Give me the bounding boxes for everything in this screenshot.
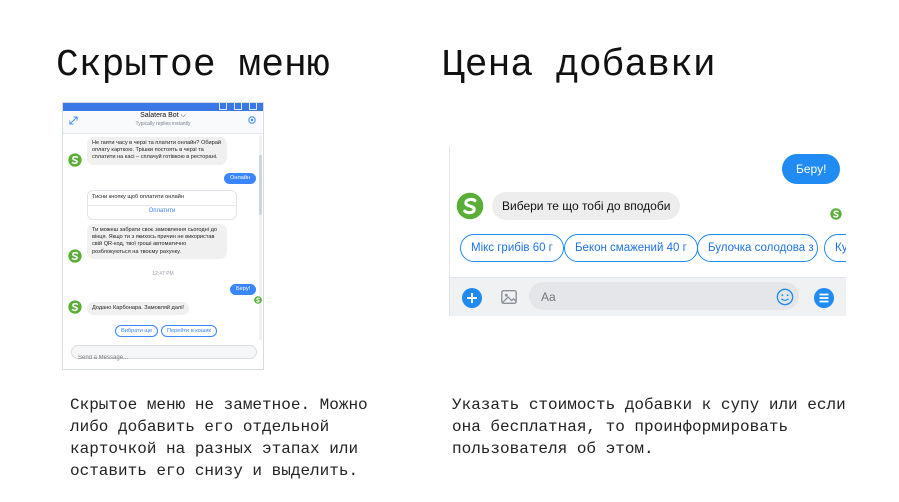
user-message: Беру! [782, 154, 841, 184]
quick-reply-choose-more[interactable]: Вибрати ще [115, 325, 159, 337]
quick-replies: Мікс грибів 60 г Бекон смажений 40 г Бул… [460, 234, 846, 264]
plus-icon[interactable] [462, 288, 482, 308]
maximize-icon[interactable] [234, 103, 242, 110]
bot-avatar-icon [68, 153, 82, 167]
chat-header: Salatera Bot ⌵ Typically replies instant… [63, 111, 263, 134]
composer-bar [450, 277, 846, 316]
quick-reply-fried-bacon[interactable]: Бекон смажений 40 г [564, 234, 698, 262]
addon-price-screenshot: Беру! Вибери те що тобі до вподоби Мікс … [449, 146, 846, 316]
scrollbar[interactable] [259, 135, 262, 340]
left-heading: Скрытое меню [56, 44, 330, 87]
bot-name: Salatera Bot ⌵ [140, 112, 186, 119]
read-receipt-icon [254, 296, 262, 304]
bot-message: Не гаяти часу в черзі та платити онлайн?… [87, 137, 227, 165]
bot-avatar-icon [456, 192, 484, 220]
emoji-icon[interactable] [776, 288, 794, 306]
bot-status: Typically replies instantly [135, 121, 191, 127]
bot-message: Ти можеш забрати своє замовлення сьогодн… [87, 224, 227, 259]
quick-reply-truncated[interactable]: Ку [824, 234, 846, 262]
payment-card: Тисни кнопку щоб оплатити онлайн Оплатит… [87, 190, 237, 220]
bot-message: Додано Карбонара. Замовляй далі! [87, 302, 189, 316]
message-composer[interactable] [529, 282, 799, 312]
close-icon[interactable] [249, 103, 257, 110]
image-icon[interactable] [500, 288, 518, 306]
minimize-icon[interactable] [219, 103, 227, 110]
quick-reply-mushroom-mix[interactable]: Мікс грибів 60 г [460, 234, 564, 262]
user-message: Беру! [230, 284, 257, 295]
bot-avatar-icon [68, 300, 82, 314]
message-input[interactable] [529, 282, 763, 312]
card-title: Тисни кнопку щоб оплатити онлайн [92, 194, 184, 200]
bot-message: Вибери те що тобі до вподоби [492, 192, 681, 220]
window-titlebar [63, 103, 263, 111]
bot-avatar-icon [68, 249, 82, 263]
menu-icon[interactable] [814, 288, 834, 308]
pay-button[interactable]: Оплатити [88, 208, 236, 214]
quick-reply-go-to-cart[interactable]: Перейти в кошик [161, 325, 217, 337]
left-caption: Скрытое меню не заметное. Можно либо доб… [70, 396, 368, 480]
right-caption: Указать стоимость добавки к супу или есл… [452, 396, 846, 458]
message-composer[interactable] [71, 345, 263, 364]
user-message: Онлайн [224, 173, 257, 184]
right-heading: Цена добавки [442, 44, 716, 87]
message-input[interactable] [72, 352, 263, 364]
hidden-menu-screenshot: Salatera Bot ⌵ Typically replies instant… [62, 102, 264, 370]
gear-icon[interactable] [247, 115, 257, 125]
quick-reply-malt-bun[interactable]: Булочка солодова з [697, 234, 818, 262]
timestamp: 12:47 PM [152, 271, 174, 277]
read-receipt-icon [830, 208, 842, 220]
